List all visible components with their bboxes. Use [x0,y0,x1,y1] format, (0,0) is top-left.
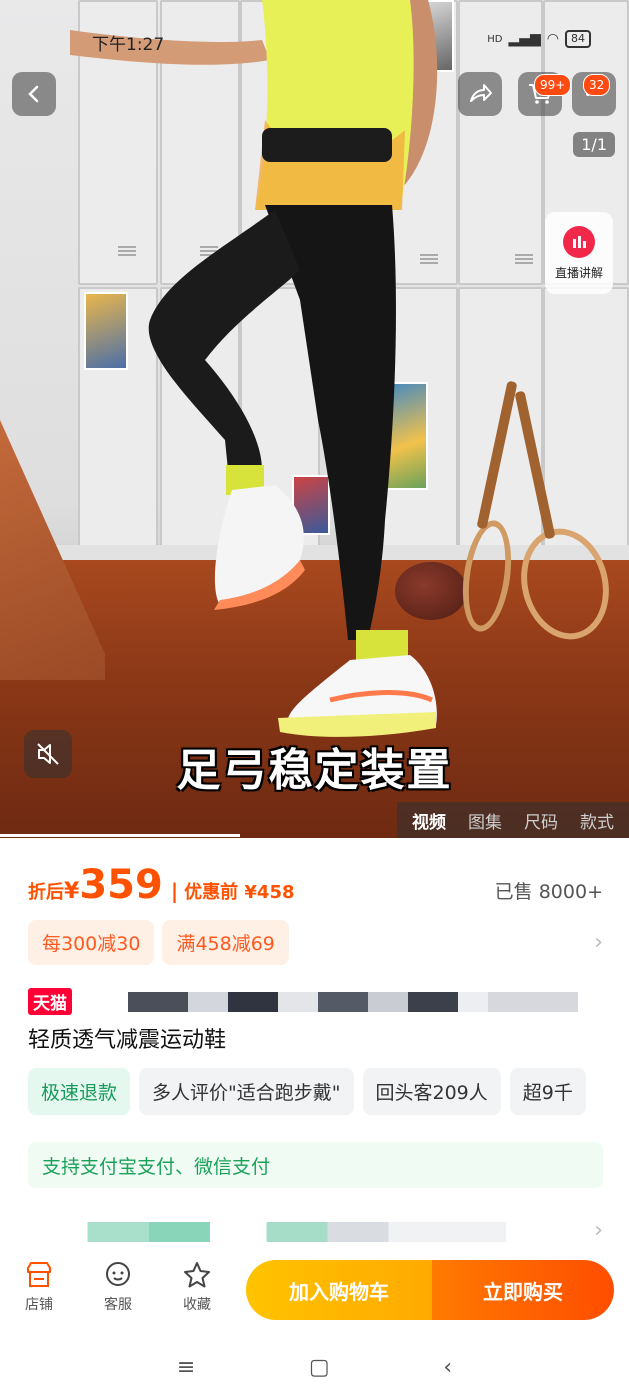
chat-face-icon [106,1262,130,1286]
chevron-left-icon [28,85,39,103]
live-explain-button[interactable]: 直播讲解 [545,212,613,294]
share-icon [470,84,492,102]
tab-video[interactable]: 视频 [412,808,446,833]
video-progress-bar[interactable] [0,834,240,837]
coupon-row[interactable]: 每300减30 满458减69 › [28,920,603,965]
price-separator: | [170,879,179,903]
battery-icon: 84 [565,30,591,48]
shop-button[interactable]: 店铺 [14,1260,64,1314]
tab-style[interactable]: 款式 [580,808,614,833]
video-caption: 足弓稳定装置 [176,745,453,796]
favorite-button[interactable]: 收藏 [172,1260,222,1314]
price-row: 折后 ¥ 359 | 优惠前 ¥458 已售 8000+ [28,862,603,908]
home-icon[interactable]: ▢ [309,1355,330,1380]
cart-count-badge: 99+ [534,74,572,96]
sold-count: 已售 8000+ [494,881,603,903]
redacted-info-text [36,1222,506,1242]
network-label: HD [487,33,503,45]
status-icons: HD ▂▄▆ ◠ 84 [487,30,591,48]
bottom-action-bar: 店铺 客服 收藏 加入购物车 立即购买 [0,1250,629,1330]
shop-label: 店铺 [25,1297,53,1313]
tmall-badge: 天猫 [28,988,72,1015]
back-nav-icon[interactable]: ‹ [443,1355,452,1380]
payment-note: 支持支付宝支付、微信支付 [28,1142,603,1188]
status-time: 下午1:27 [92,35,165,55]
customer-service-button[interactable]: 客服 [93,1260,143,1314]
live-bars-icon [563,225,595,258]
menu-icon[interactable]: ≡ [177,1355,195,1380]
product-title-line: 天猫 [28,988,578,1015]
buy-now-button[interactable]: 立即购买 [432,1260,614,1320]
message-count-badge: 32 [583,74,611,96]
system-navigation-bar: ≡ ▢ ‹ [0,1336,629,1399]
star-icon [184,1262,210,1288]
tag-more[interactable]: 超9千 [509,1068,586,1115]
chevron-right-icon[interactable]: › [594,1218,603,1243]
tag-review[interactable]: 多人评价"适合跑步戴" [139,1068,354,1115]
add-to-cart-button[interactable]: 加入购物车 [246,1260,432,1320]
redacted-title-text [78,991,578,1012]
favorite-label: 收藏 [183,1297,211,1313]
currency-symbol: ¥ [64,879,80,904]
original-price: 优惠前 ¥458 [184,882,295,903]
athlete-figure [70,0,438,737]
wifi-icon: ◠ [546,31,559,47]
back-button[interactable] [12,72,56,116]
service-label: 客服 [104,1297,132,1313]
discount-price: 359 [79,862,163,908]
media-tabs: 视频 图集 尺码 款式 [397,802,629,838]
service-tags: 极速退款 多人评价"适合跑步戴" 回头客209人 超9千 [28,1068,629,1115]
tab-size[interactable]: 尺码 [524,808,558,833]
coupon-chip[interactable]: 满458减69 [162,920,289,965]
product-name: 轻质透气减震运动鞋 [28,1028,227,1053]
chevron-right-icon[interactable]: › [594,930,603,955]
tag-fast-refund[interactable]: 极速退款 [28,1068,131,1115]
product-video[interactable]: 下午1:27 HD ▂▄▆ ◠ 84 99+ 32 1/1 直播讲解 足弓稳定装… [0,0,629,838]
share-button[interactable] [458,72,502,116]
tab-gallery[interactable]: 图集 [468,808,502,833]
tag-returning-customers[interactable]: 回头客209人 [362,1068,501,1115]
live-explain-label: 直播讲解 [554,265,603,280]
coupon-chip[interactable]: 每300减30 [28,920,155,965]
store-icon [27,1262,51,1287]
after-discount-label: 折后 [28,882,64,903]
image-counter: 1/1 [573,132,615,157]
signal-icon: ▂▄▆ [508,31,541,47]
